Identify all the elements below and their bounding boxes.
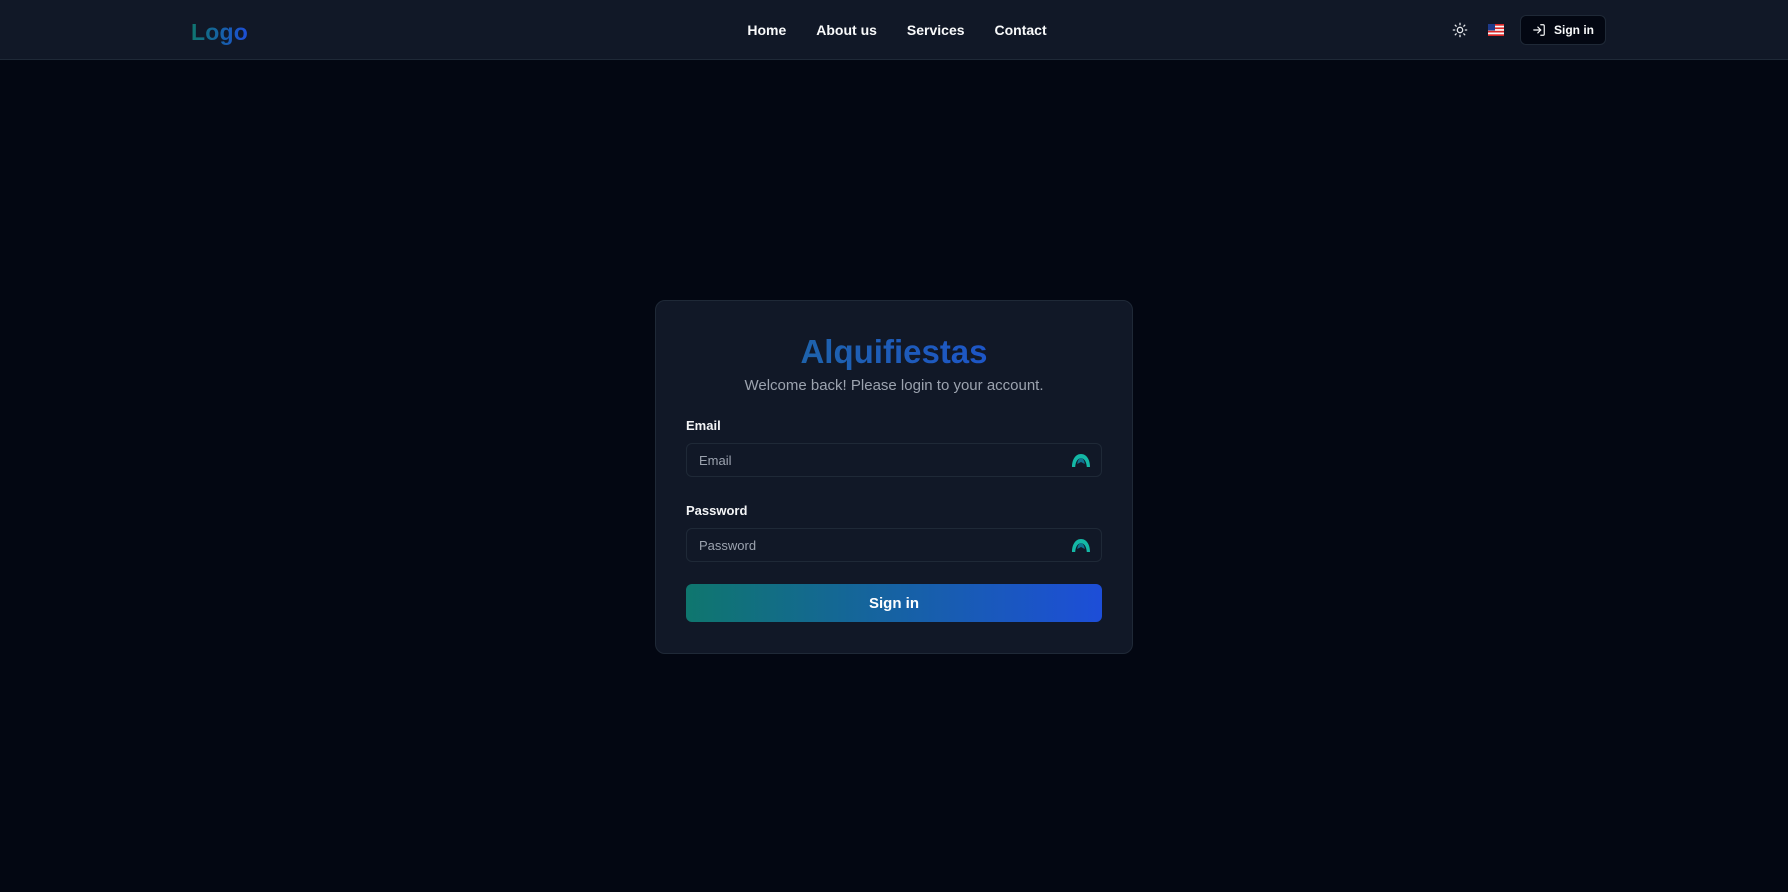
theme-toggle-button[interactable] — [1448, 18, 1472, 42]
email-field-wrapper — [686, 443, 1102, 477]
sun-icon — [1452, 22, 1468, 38]
nav-link-services[interactable]: Services — [907, 20, 965, 40]
sign-in-submit-button[interactable]: Sign in — [686, 584, 1102, 622]
password-field-wrapper — [686, 528, 1102, 562]
password-field[interactable] — [687, 529, 1101, 561]
email-field[interactable] — [687, 444, 1101, 476]
password-manager-icon[interactable] — [1071, 537, 1091, 555]
email-label: Email — [686, 418, 721, 433]
nav-link-about-us[interactable]: About us — [816, 20, 877, 40]
nav-link-contact[interactable]: Contact — [995, 20, 1047, 40]
top-navbar: Logo Home About us Services Contact Sign… — [0, 0, 1788, 60]
password-label: Password — [686, 503, 748, 518]
header-actions: Sign in — [1448, 15, 1606, 45]
header-sign-in-button[interactable]: Sign in — [1520, 15, 1606, 45]
nav-link-home[interactable]: Home — [747, 20, 786, 40]
login-subtitle: Welcome back! Please login to your accou… — [744, 377, 1044, 394]
language-selector[interactable] — [1484, 18, 1508, 42]
login-title: Alquifiestas — [686, 331, 1102, 373]
password-manager-icon[interactable] — [1071, 452, 1091, 470]
header-sign-in-label: Sign in — [1554, 23, 1594, 37]
login-card: Alquifiestas Welcome back! Please login … — [655, 300, 1133, 654]
us-flag-icon — [1488, 24, 1504, 36]
sign-in-icon — [1533, 24, 1545, 36]
